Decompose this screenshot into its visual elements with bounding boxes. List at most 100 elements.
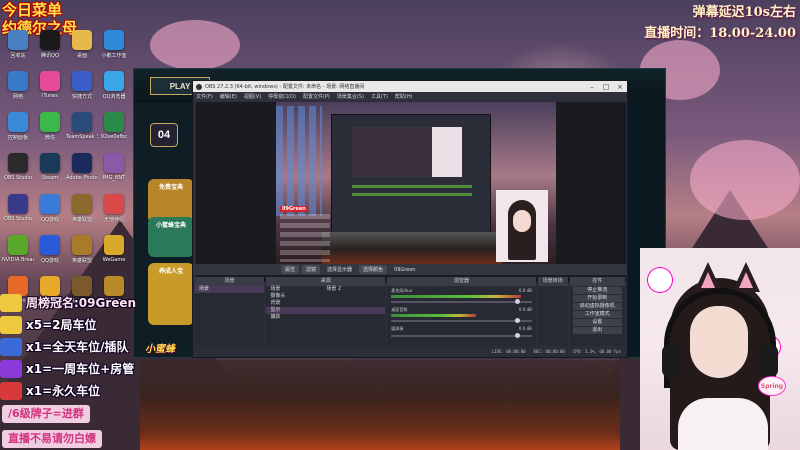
obs-window[interactable]: OBS 27.2.3 (64-bit, windows) - 配置文件: 未命名… (192, 80, 628, 358)
close-icon[interactable]: × (613, 81, 627, 92)
card-label: 小蜜蜂宝典 (155, 222, 186, 229)
scenes-header: 场景 (195, 277, 265, 286)
volume-slider[interactable] (391, 318, 532, 323)
menu-docks[interactable]: 停靠窗口(D) (268, 93, 296, 100)
rank-text: 周榜冠名:09Green (26, 296, 137, 310)
mixer-channel: 麦克风/Aux 0.0 dB (387, 286, 536, 305)
title-line-1: 今日菜单 (2, 1, 63, 19)
desktop-icon-label: 英雄联盟 (71, 258, 92, 264)
desktop-icon[interactable]: Adobe Photosh (66, 153, 98, 194)
obs-icon (8, 153, 28, 173)
lava-field (140, 360, 620, 450)
desktop-icon[interactable]: 小鹅工作室 (98, 30, 130, 71)
card-label: 免费宝典 (158, 184, 183, 191)
desktop-icon[interactable]: 腾讯QQ (34, 30, 66, 71)
preview-rank-tag: 09Green (280, 206, 308, 212)
steam-icon (40, 153, 60, 173)
source-select-button[interactable]: 选择颜色 (359, 265, 388, 274)
studio-mode-button[interactable]: 工作室模式 (572, 311, 622, 318)
promo-row: x5=2局车位 (0, 314, 160, 335)
delay-text: 弹幕延迟10s左右 (692, 5, 796, 20)
desktop-icon[interactable]: WeGame (98, 235, 130, 276)
card-bee[interactable]: 小蜜蜂宝典 (148, 217, 194, 257)
start-recording-button[interactable]: 开始录制 (572, 295, 622, 302)
promo-row: x1=全天车位/插队 (0, 336, 160, 357)
desktop-icon[interactable]: QQ游戏 (34, 194, 66, 235)
menu-profile[interactable]: 配置文件(P) (303, 93, 330, 100)
network-icon (8, 71, 28, 91)
control-panel-icon (8, 112, 28, 132)
virtual-camera-button[interactable]: 启动虚拟摄像机 (572, 303, 622, 310)
desktop-icon[interactable]: 快捷方式 (66, 71, 98, 112)
desktop-icon-label: 控制面板 (7, 135, 28, 141)
menu-edit[interactable]: 编辑(E) (220, 93, 237, 100)
photoshop-icon (72, 153, 92, 173)
settings-button[interactable]: 设置 (572, 319, 622, 326)
menu-file[interactable]: 文件(F) (196, 93, 213, 100)
source-item[interactable]: 背景 (266, 300, 385, 307)
desktop-icon[interactable]: 网络 (2, 71, 34, 112)
transitions-dock: 场景转场 (537, 277, 568, 347)
mixer-channel: 媒体源 0.0 dB (387, 324, 536, 339)
controls-dock: 控件 停止推流 开始录制 启动虚拟摄像机 工作室模式 设置 退出 (569, 277, 625, 347)
desktop-icon-label: QQ游戏 (41, 217, 59, 223)
desktop-icon[interactable]: iTunes (34, 71, 66, 112)
gift-icon (0, 359, 22, 378)
desktop-icon[interactable]: 英雄联盟 (66, 235, 98, 276)
obs-preview[interactable]: 09Green (196, 102, 626, 282)
desktop-icon[interactable]: 英雄联盟 (66, 194, 98, 235)
stop-streaming-button[interactable]: 停止推流 (572, 287, 622, 294)
channel-level: 0.0 dB (518, 326, 532, 331)
properties-button[interactable]: 属性 (281, 265, 300, 274)
source-item[interactable]: 捕获 (266, 314, 385, 321)
menu-view[interactable]: 视图(V) (244, 93, 261, 100)
desktop-icon[interactable]: 92ee0efbc (98, 112, 130, 153)
desktop-icon[interactable]: NVIDIA Broadcast (2, 235, 34, 276)
preview-icons (276, 106, 322, 216)
desktop-icon[interactable]: QQ浏览器 (98, 71, 130, 112)
lol-icon (72, 194, 92, 214)
promo-overlay: 周榜冠名:09Green x5=2局车位 x1=全天车位/插队 x1=一周车位+… (0, 292, 160, 402)
sources-dock: 来源 场景 摄像头 背景 显示 捕获 场景 2 (266, 277, 386, 347)
edge-icon (104, 30, 124, 50)
volume-slider[interactable] (391, 299, 532, 304)
desktop-icon[interactable]: OBS Studio (2, 194, 34, 235)
mixer-dock: 混音器 麦克风/Aux 0.0 dB 桌面音频 0.0 dB 媒体源 0.0 d… (387, 277, 536, 347)
gift-icon (0, 315, 22, 334)
menu-help[interactable]: 帮助(H) (395, 93, 413, 100)
volume-slider[interactable] (391, 333, 532, 338)
desktop-icon[interactable]: Steam (34, 153, 66, 194)
desktop-icon[interactable]: 控制面板 (2, 112, 34, 153)
desktop-icon[interactable]: OBS Studio (2, 153, 34, 194)
desktop-icon-label: Adobe Photosh (66, 175, 98, 181)
source-item[interactable]: 显示 (266, 307, 386, 314)
desktop-icon[interactable]: 无他伴侣 (98, 194, 130, 235)
scene-item[interactable]: 场景 (195, 286, 265, 293)
obs-docks: 场景 场景 来源 场景 摄像头 背景 显示 捕获 场景 2 混音器 麦克风/Au… (193, 277, 627, 347)
desktop-icon[interactable]: 微信 (34, 112, 66, 153)
obs-logo-icon (196, 83, 202, 90)
filters-button[interactable]: 滤镜 (302, 265, 321, 274)
desktop-icon[interactable]: 桌面 (66, 30, 98, 71)
maximize-icon[interactable]: □ (599, 81, 613, 92)
desktop-icon[interactable]: QQ游戏 (34, 235, 66, 276)
sources-header: 来源 (266, 277, 386, 286)
desktop-icon-label: 微信 (44, 135, 55, 141)
source-item[interactable]: 摄像头 (266, 293, 385, 300)
menu-scene-collection[interactable]: 场景集合(S) (337, 93, 364, 100)
desktop-icon[interactable]: TeamSpeak 3 (66, 112, 98, 153)
live-timer: LIVE: 00:00:00 (491, 349, 526, 354)
promo-text: x1=一周车位+房管 (26, 362, 135, 376)
cpu-fps: CPU: 3.3%, 60.00 fps (572, 349, 621, 354)
source-item-secondary[interactable]: 场景 2 (322, 286, 341, 293)
desktop-icon[interactable]: 回收站 (2, 30, 34, 71)
desktop-icon[interactable]: IMG_BNT (98, 153, 130, 194)
nested-meter (352, 193, 472, 196)
minimize-icon[interactable]: – (585, 81, 599, 92)
live-time-text: 直播时间：18.00-24.00 (644, 26, 796, 41)
menu-tools[interactable]: 工具(T) (371, 93, 388, 100)
blossom (150, 20, 240, 70)
exit-button[interactable]: 退出 (572, 327, 622, 334)
webcam-body (678, 398, 768, 450)
fan-badge-text: /6级牌子=进群 (2, 405, 90, 423)
